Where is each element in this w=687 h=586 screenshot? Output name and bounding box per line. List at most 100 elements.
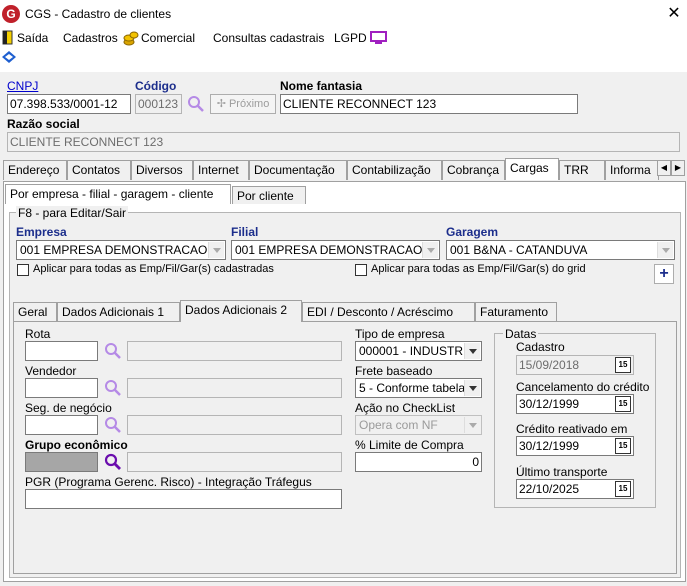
f8-group-title: F8 - para Editar/Sair bbox=[16, 206, 129, 220]
tab-contabilizacao[interactable]: Contabilização bbox=[347, 160, 442, 180]
razao-social-label: Razão social bbox=[7, 117, 80, 131]
acao-checklist-value: Opera com NF bbox=[359, 418, 438, 432]
grupo-economico-label: Grupo econômico bbox=[25, 438, 128, 452]
rota-desc-input bbox=[127, 341, 342, 361]
tab-trr[interactable]: TRR bbox=[559, 160, 605, 180]
plus-icon: ✢ bbox=[216, 98, 229, 110]
tab-dados-adicionais-2[interactable]: Dados Adicionais 2 bbox=[180, 300, 302, 322]
cnpj-label[interactable]: CNPJ bbox=[7, 79, 38, 93]
close-icon[interactable]: ✕ bbox=[664, 4, 684, 24]
chevron-down-icon bbox=[464, 417, 480, 433]
menu-lgpd[interactable]: LGPD bbox=[334, 30, 367, 46]
chevron-down-icon bbox=[657, 242, 673, 258]
tab-dados-adicionais-1[interactable]: Dados Adicionais 1 bbox=[57, 302, 180, 322]
cnpj-input[interactable]: 07.398.533/0001-12 bbox=[7, 94, 131, 114]
app-logo-icon: G bbox=[2, 5, 20, 23]
empresa-label: Empresa bbox=[16, 225, 67, 239]
tab-scroll-right-icon[interactable]: ▶ bbox=[671, 160, 685, 176]
tab-diversos[interactable]: Diversos bbox=[131, 160, 193, 180]
pgr-input[interactable] bbox=[25, 489, 342, 509]
empresa-value: 001 EMPRESA DEMONSTRACAO bbox=[20, 243, 208, 257]
tab-cargas[interactable]: Cargas bbox=[505, 158, 559, 180]
tipo-empresa-value: 000001 - INDUSTRIA bbox=[359, 344, 475, 358]
calendar-icon[interactable]: 15 bbox=[615, 396, 631, 412]
window-title: CGS - Cadastro de clientes bbox=[25, 7, 172, 21]
chevron-down-icon bbox=[208, 242, 224, 258]
nome-fantasia-input[interactable]: CLIENTE RECONNECT 123 bbox=[280, 94, 578, 114]
calendar-icon[interactable]: 15 bbox=[615, 438, 631, 454]
razao-social-input[interactable]: CLIENTE RECONNECT 123 bbox=[7, 132, 680, 152]
proximo-label: Próximo bbox=[228, 98, 270, 110]
search-icon[interactable] bbox=[104, 453, 122, 471]
tab-informa[interactable]: Informa bbox=[605, 160, 659, 180]
frete-value: 5 - Conforme tabela bbox=[359, 381, 466, 395]
search-icon[interactable] bbox=[187, 95, 205, 113]
reativado-label: Crédito reativado em bbox=[516, 422, 628, 436]
coins-icon bbox=[123, 31, 139, 46]
filial-select[interactable]: 001 EMPRESA DEMONSTRACAO bbox=[231, 240, 440, 260]
rota-input[interactable] bbox=[25, 341, 98, 361]
limite-compra-label: % Limite de Compra bbox=[355, 438, 464, 452]
menu-comercial[interactable]: Comercial bbox=[141, 30, 195, 46]
tab-contatos[interactable]: Contatos bbox=[67, 160, 131, 180]
filial-value: 001 EMPRESA DEMONSTRACAO bbox=[235, 243, 423, 257]
chevron-down-icon bbox=[422, 242, 438, 258]
tab-por-cliente[interactable]: Por cliente bbox=[232, 186, 306, 204]
vendedor-label: Vendedor bbox=[25, 364, 77, 378]
exit-door-icon bbox=[2, 30, 13, 45]
codigo-label: Código bbox=[135, 79, 177, 93]
tab-faturamento[interactable]: Faturamento bbox=[475, 302, 557, 322]
aplicar-grid-label: Aplicar para todas as Emp/Fil/Gar(s) do … bbox=[371, 263, 586, 275]
menu-cadastros[interactable]: Cadastros bbox=[63, 30, 118, 46]
garagem-value: 001 B&NA - CATANDUVA bbox=[450, 243, 588, 257]
frete-label: Frete baseado bbox=[355, 364, 433, 378]
cancelamento-label: Cancelamento do crédito bbox=[516, 380, 650, 394]
limite-compra-input[interactable]: 0 bbox=[355, 452, 482, 472]
tab-edi-desconto[interactable]: EDI / Desconto / Acréscimo bbox=[302, 302, 475, 322]
tab-scroll-left-icon[interactable]: ◀ bbox=[657, 160, 671, 176]
grupo-economico-input[interactable] bbox=[25, 452, 98, 472]
tab-por-empresa[interactable]: Por empresa - filial - garagem - cliente bbox=[5, 184, 231, 204]
seg-negocio-label: Seg. de negócio bbox=[25, 401, 112, 415]
acao-checklist-select[interactable]: Opera com NF bbox=[355, 415, 482, 435]
tab-cobranca[interactable]: Cobrança bbox=[442, 160, 505, 180]
menu-consultas[interactable]: Consultas cadastrais bbox=[213, 30, 324, 46]
seg-negocio-desc-input bbox=[127, 415, 342, 435]
proximo-button[interactable]: ✢ Próximo bbox=[210, 94, 276, 114]
chevron-down-icon bbox=[464, 343, 480, 359]
search-icon[interactable] bbox=[104, 379, 122, 397]
monitor-icon[interactable] bbox=[370, 31, 387, 45]
codigo-input[interactable]: 000123 bbox=[135, 94, 182, 114]
tab-internet[interactable]: Internet bbox=[193, 160, 249, 180]
grupo-economico-desc-input bbox=[127, 452, 342, 472]
diamond-arrows-icon[interactable] bbox=[2, 51, 17, 64]
menu-saida[interactable]: Saída bbox=[17, 30, 48, 46]
cadastro-label: Cadastro bbox=[516, 340, 565, 354]
calendar-icon[interactable]: 15 bbox=[615, 357, 631, 373]
vendedor-input[interactable] bbox=[25, 378, 98, 398]
search-icon[interactable] bbox=[104, 416, 122, 434]
tipo-empresa-select[interactable]: 000001 - INDUSTRIA bbox=[355, 341, 482, 361]
toolbar bbox=[0, 48, 687, 72]
search-icon[interactable] bbox=[104, 342, 122, 360]
garagem-label: Garagem bbox=[446, 225, 499, 239]
calendar-icon[interactable]: 15 bbox=[615, 481, 631, 497]
tab-geral[interactable]: Geral bbox=[13, 302, 57, 322]
rota-label: Rota bbox=[25, 327, 51, 341]
empresa-select[interactable]: 001 EMPRESA DEMONSTRACAO bbox=[16, 240, 226, 260]
seg-negocio-input[interactable] bbox=[25, 415, 98, 435]
add-icon[interactable]: + bbox=[654, 264, 674, 284]
aplicar-grid-checkbox[interactable] bbox=[355, 264, 367, 276]
filial-label: Filial bbox=[231, 225, 259, 239]
chevron-down-icon bbox=[464, 380, 480, 396]
tipo-empresa-label: Tipo de empresa bbox=[355, 327, 445, 341]
acao-checklist-label: Ação no CheckList bbox=[355, 401, 456, 415]
garagem-select[interactable]: 001 B&NA - CATANDUVA bbox=[446, 240, 675, 260]
tab-documentacao[interactable]: Documentação bbox=[249, 160, 347, 180]
tab-endereco[interactable]: Endereço bbox=[3, 160, 67, 180]
vendedor-desc-input bbox=[127, 378, 342, 398]
frete-select[interactable]: 5 - Conforme tabela bbox=[355, 378, 482, 398]
aplicar-todas-label: Aplicar para todas as Emp/Fil/Gar(s) cad… bbox=[33, 263, 274, 275]
aplicar-todas-checkbox[interactable] bbox=[17, 264, 29, 276]
pgr-label: PGR (Programa Gerenc. Risco) - Integraçã… bbox=[25, 475, 312, 489]
